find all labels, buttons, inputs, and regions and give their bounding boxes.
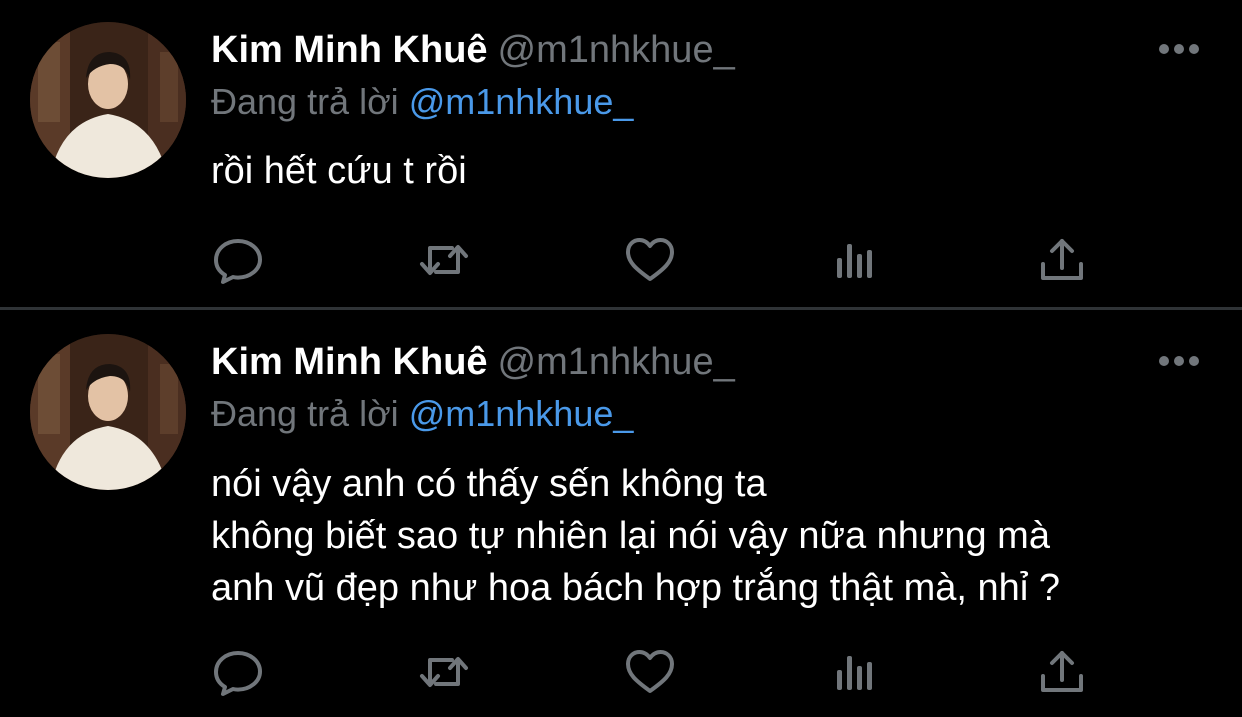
mention-link[interactable]: @m1nhkhue_ bbox=[409, 393, 634, 434]
mention-link[interactable]: @m1nhkhue_ bbox=[409, 81, 634, 122]
avatar[interactable] bbox=[30, 334, 186, 490]
user-handle[interactable]: @m1nhkhue_ bbox=[498, 29, 735, 71]
display-name[interactable]: Kim Minh Khuê bbox=[211, 341, 488, 383]
replying-to-label: Đang trả lời bbox=[211, 81, 399, 122]
views-icon[interactable] bbox=[828, 644, 884, 700]
tweet-text-line: nói vậy anh có thấy sến không ta bbox=[211, 463, 767, 505]
replying-to: Đang trả lời @m1nhkhue_ bbox=[211, 392, 633, 436]
tweet[interactable]: Kim Minh Khuê @m1nhkhue_ Đang trả lời @m1… bbox=[0, 310, 1242, 717]
tweet-text-line: không biết sao tự nhiên lại nói vậy nữa … bbox=[211, 515, 1050, 557]
reply-icon[interactable] bbox=[210, 644, 266, 700]
tweet[interactable]: Kim Minh Khuê @m1nhkhue_ Đang trả lời @m1… bbox=[0, 0, 1242, 307]
more-options-icon[interactable] bbox=[1158, 42, 1200, 56]
replying-to-label: Đang trả lời bbox=[211, 393, 399, 434]
display-name[interactable]: Kim Minh Khuê bbox=[211, 29, 488, 71]
action-bar bbox=[0, 644, 1242, 700]
tweet-header: Kim Minh Khuê @m1nhkhue_ bbox=[211, 28, 735, 72]
tweet-text: rồi hết cứu t rồi bbox=[211, 145, 467, 197]
replying-to: Đang trả lời @m1nhkhue_ bbox=[211, 80, 633, 124]
tweet-text: nói vậy anh có thấy sến không ta không b… bbox=[211, 458, 1060, 614]
retweet-icon[interactable] bbox=[416, 232, 472, 288]
avatar[interactable] bbox=[30, 22, 186, 178]
views-icon[interactable] bbox=[828, 232, 884, 288]
tweet-header: Kim Minh Khuê @m1nhkhue_ bbox=[211, 340, 735, 384]
tweet-text-line: anh vũ đẹp như hoa bách hợp trắng thật m… bbox=[211, 567, 1060, 609]
tweet-text-line: rồi hết cứu t rồi bbox=[211, 150, 467, 192]
more-options-icon[interactable] bbox=[1158, 354, 1200, 368]
action-bar bbox=[0, 232, 1242, 288]
like-icon[interactable] bbox=[622, 644, 678, 700]
user-handle[interactable]: @m1nhkhue_ bbox=[498, 341, 735, 383]
share-icon[interactable] bbox=[1034, 644, 1090, 700]
retweet-icon[interactable] bbox=[416, 644, 472, 700]
share-icon[interactable] bbox=[1034, 232, 1090, 288]
like-icon[interactable] bbox=[622, 232, 678, 288]
reply-icon[interactable] bbox=[210, 232, 266, 288]
